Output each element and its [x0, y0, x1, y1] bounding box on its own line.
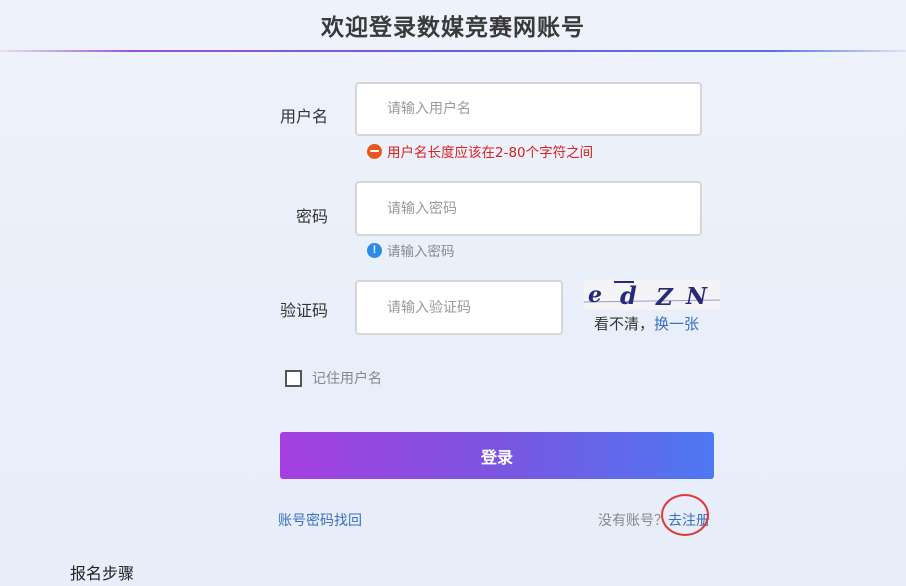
password-hint-text: 请输入密码: [387, 244, 455, 260]
info-exclamation-icon: !: [367, 242, 382, 258]
captcha-refresh-area: 看不清，换一张: [594, 313, 699, 334]
remember-username-toggle[interactable]: 记住用户名: [285, 368, 382, 388]
captcha-char: N: [685, 283, 708, 310]
username-error-text: 用户名长度应该在2-80个字符之间: [387, 145, 594, 161]
captcha-char: d: [620, 281, 637, 310]
captcha-char: e: [588, 282, 602, 308]
no-account-text: 没有账号？: [598, 513, 668, 529]
register-annotation-circle: [661, 494, 709, 536]
page-title: 欢迎登录数媒竞赛网账号: [321, 15, 585, 41]
password-input[interactable]: [355, 181, 702, 236]
login-button[interactable]: 登录: [280, 432, 714, 479]
steps-heading: 报名步骤: [70, 564, 135, 583]
remember-label: 记住用户名: [312, 371, 382, 387]
captcha-char: Z: [655, 284, 674, 310]
captcha-input[interactable]: [355, 280, 563, 335]
password-hint: ! 请输入密码: [367, 240, 455, 260]
error-minus-icon: [367, 143, 382, 159]
username-error: 用户名长度应该在2-80个字符之间: [367, 141, 593, 161]
title-divider: [0, 50, 906, 52]
captcha-image-svg: e d Z N: [583, 280, 721, 311]
remember-checkbox[interactable]: [285, 369, 302, 387]
captcha-refresh-link[interactable]: 换一张: [654, 315, 699, 333]
username-input[interactable]: [355, 82, 702, 136]
recover-account-link[interactable]: 账号密码找回: [278, 510, 362, 530]
username-label: 用户名: [279, 107, 328, 126]
captcha-image[interactable]: e d Z N: [583, 280, 721, 311]
password-label: 密码: [295, 207, 328, 226]
captcha-cant-see-text: 看不清，: [594, 315, 655, 333]
captcha-label: 验证码: [279, 301, 328, 320]
